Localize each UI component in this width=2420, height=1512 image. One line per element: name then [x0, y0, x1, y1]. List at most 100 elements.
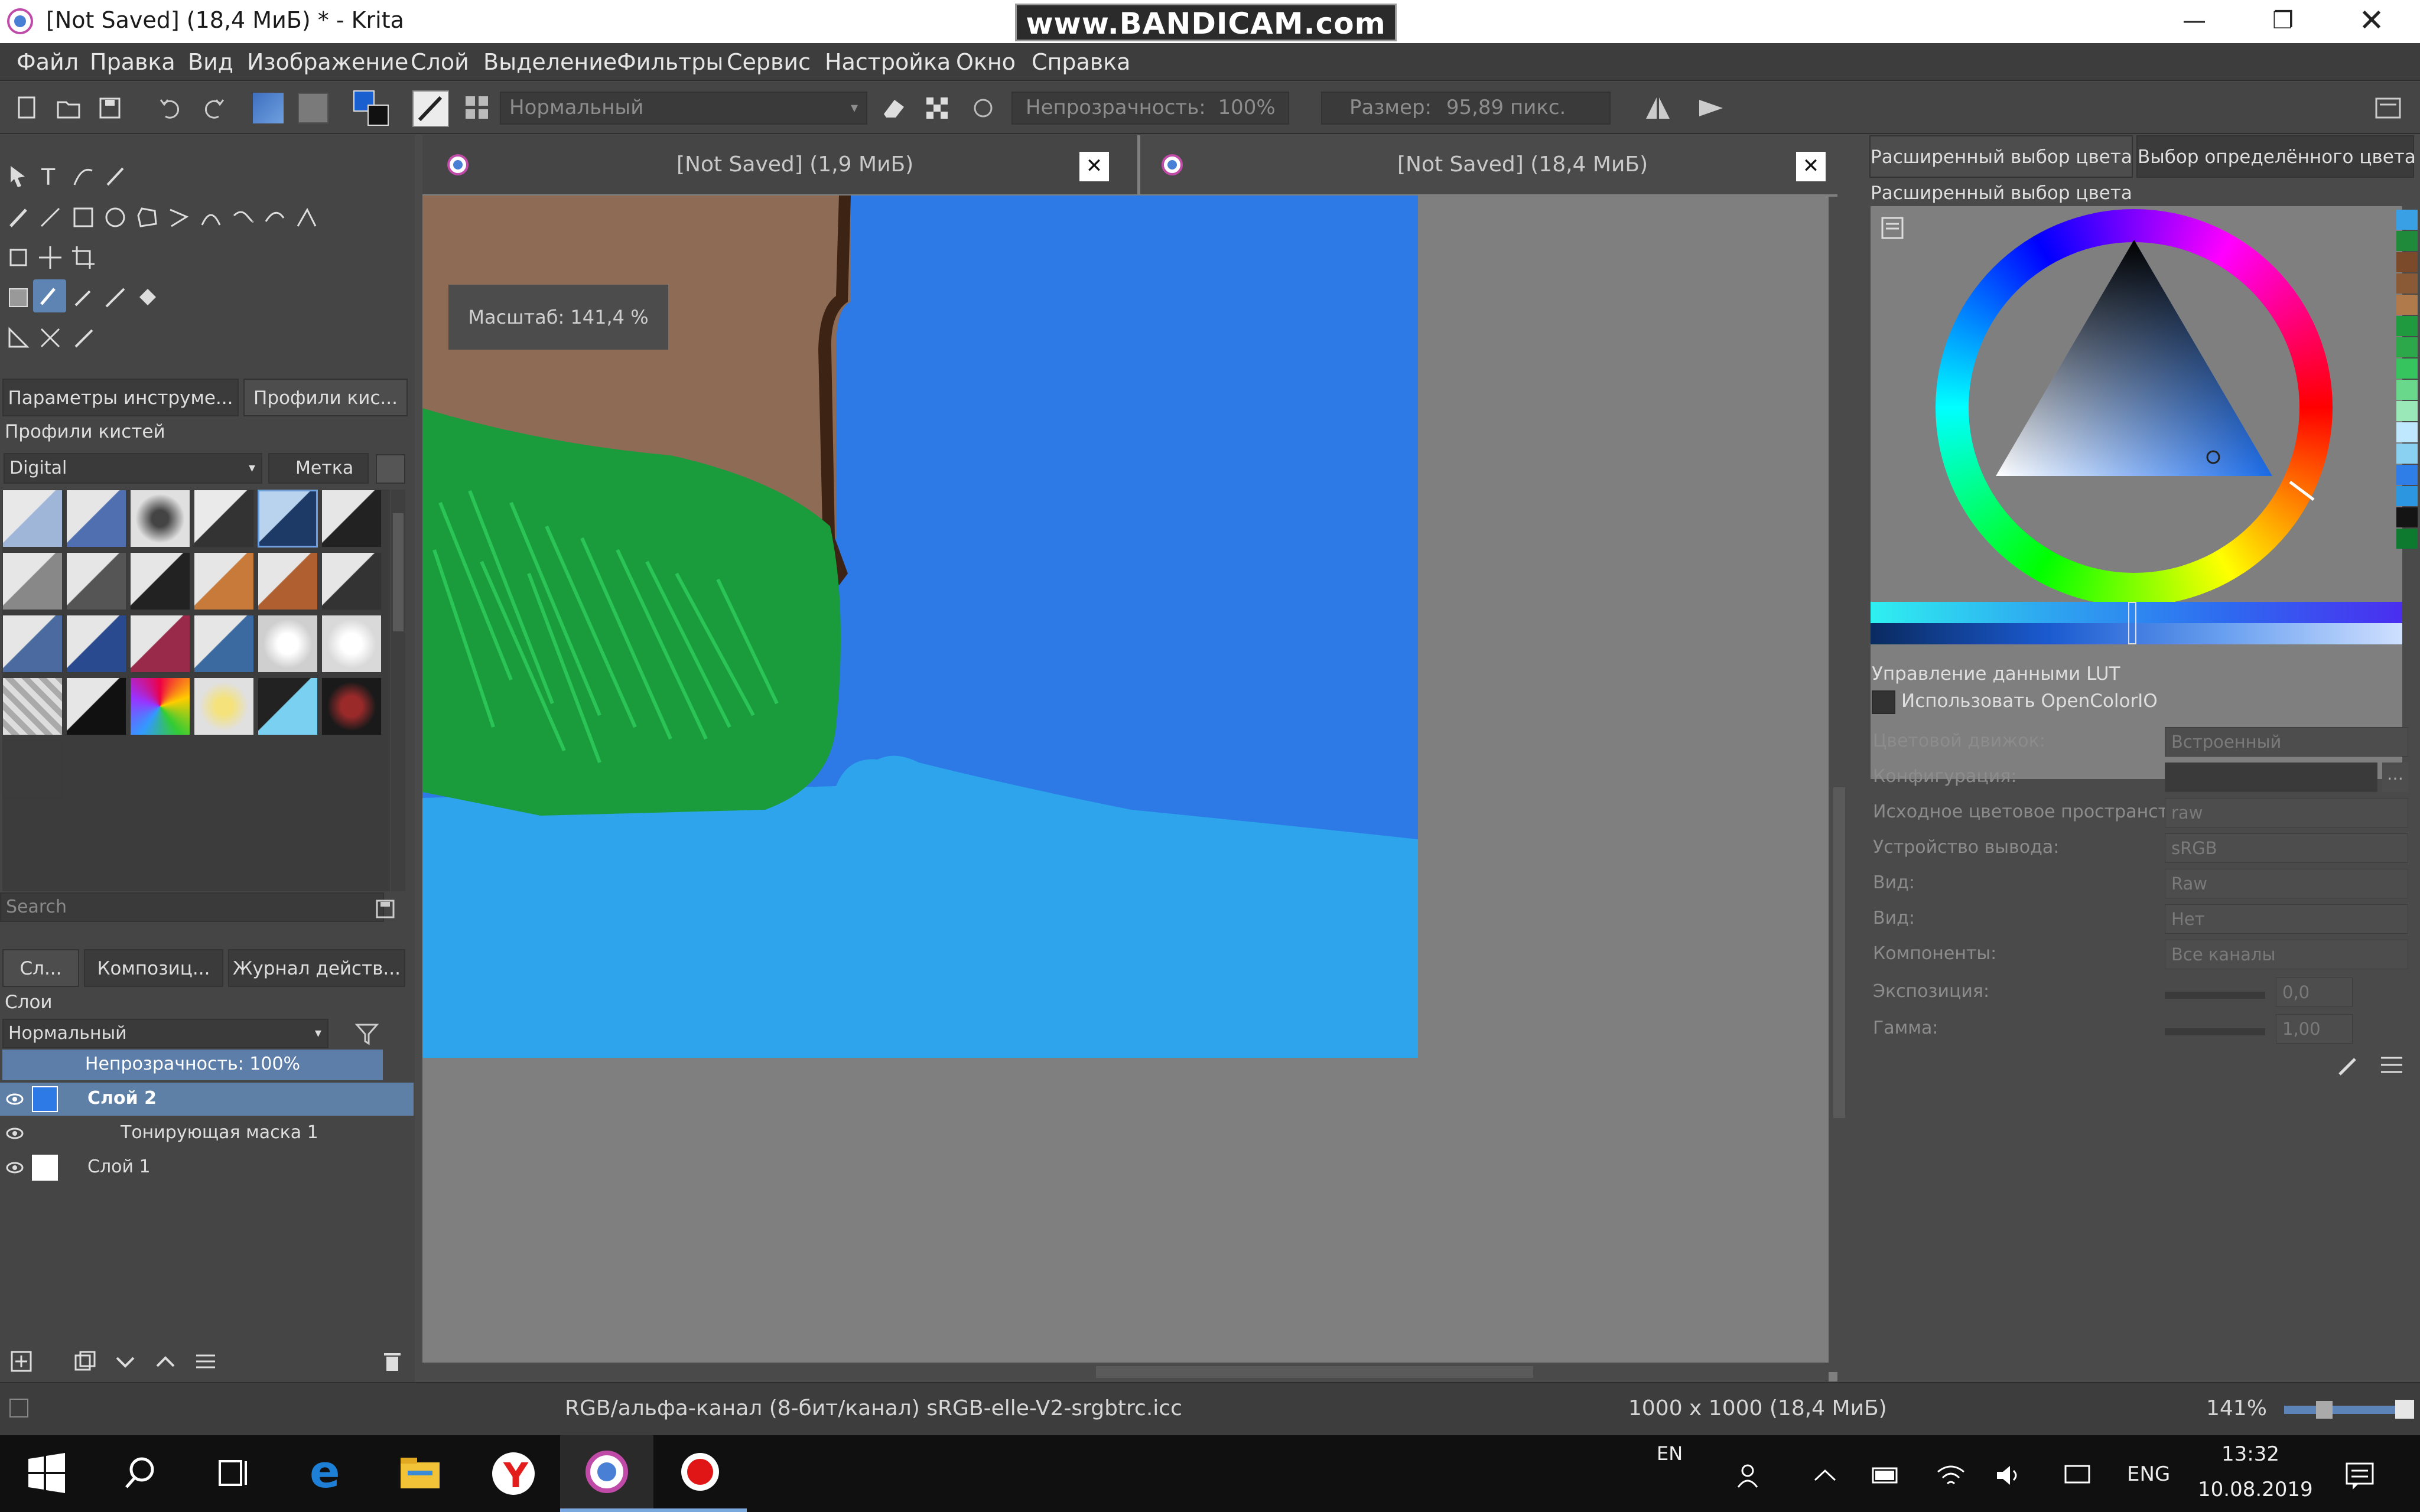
menu-view[interactable]: Вид — [188, 49, 233, 75]
save-search-icon[interactable] — [373, 897, 397, 921]
krita-taskbar-app[interactable] — [560, 1435, 653, 1512]
brush-preset[interactable] — [194, 552, 254, 610]
tag-button[interactable]: Метка — [268, 453, 369, 484]
multibrush-tool-icon[interactable] — [293, 204, 320, 231]
brush-preset-selected[interactable] — [258, 490, 318, 548]
gradient-tool-icon[interactable] — [5, 284, 32, 311]
brush-preset[interactable] — [2, 615, 63, 673]
brush-preset[interactable] — [2, 490, 63, 548]
look-select[interactable]: Нет — [2165, 904, 2408, 934]
line-tool-icon[interactable] — [37, 204, 64, 231]
tab-specific-color-selector[interactable]: Выбор определённого цвета — [2136, 135, 2416, 178]
input-language[interactable]: ENG — [2127, 1462, 2170, 1486]
color-engine-select[interactable]: Встроенный — [2165, 727, 2408, 757]
delete-layer-icon[interactable] — [380, 1350, 404, 1373]
visibility-eye-icon[interactable] — [6, 1091, 24, 1107]
mirror-horizontal-icon[interactable] — [1642, 93, 1673, 123]
bandicam-taskbar-app[interactable] — [653, 1435, 747, 1512]
layer-row-mask[interactable]: Тонирующая маска 1 — [0, 1117, 414, 1150]
exposure-value[interactable]: 0,0 — [2276, 977, 2353, 1007]
crop-tool-icon[interactable] — [70, 244, 97, 271]
menu-settings[interactable]: Настройка — [825, 49, 951, 75]
brush-preset[interactable] — [66, 490, 126, 548]
transform-tool-icon[interactable] — [5, 244, 32, 271]
menu-image[interactable]: Изображение — [247, 49, 408, 75]
calligraphy-tool-icon[interactable] — [102, 162, 129, 190]
colorize-mask-tool-icon[interactable] — [70, 284, 97, 311]
color-picker-tool[interactable] — [33, 279, 66, 312]
toolbar-menu-icon[interactable] — [2373, 93, 2403, 123]
brush-preset[interactable] — [2, 740, 63, 798]
menu-edit[interactable]: Правка — [90, 49, 175, 75]
color-swatch[interactable] — [2396, 231, 2418, 251]
save-icon[interactable] — [95, 93, 125, 123]
menu-layer[interactable]: Слой — [411, 49, 469, 75]
layer-opacity-slider[interactable]: Непрозрачность: 100% — [2, 1050, 383, 1080]
display-device-select[interactable]: sRGB — [2165, 833, 2408, 863]
lut-settings-icon[interactable] — [2376, 1050, 2407, 1080]
mirror-vertical-icon[interactable] — [1696, 93, 1726, 123]
eraser-icon[interactable] — [878, 93, 909, 123]
brush-preset-icon[interactable] — [412, 90, 449, 127]
layer-row[interactable]: Слой 1 — [0, 1151, 414, 1184]
visibility-eye-icon[interactable] — [6, 1125, 24, 1142]
search-icon[interactable] — [93, 1435, 187, 1512]
color-swatch[interactable] — [2396, 316, 2418, 336]
menu-window[interactable]: Окно — [956, 49, 1016, 75]
zoom-slider-handle[interactable] — [2316, 1401, 2333, 1419]
display-icon[interactable] — [2063, 1464, 2092, 1487]
new-document-icon[interactable] — [12, 93, 43, 123]
menu-select[interactable]: Выделение — [483, 49, 617, 75]
redo-icon[interactable] — [199, 93, 229, 123]
fullscreen-icon[interactable] — [2395, 1400, 2414, 1419]
menu-file[interactable]: Файл — [17, 49, 79, 75]
alpha-lock-icon[interactable] — [922, 93, 952, 123]
color-swatch[interactable] — [2396, 295, 2418, 315]
slider-handle[interactable] — [2128, 602, 2136, 644]
minimize-button[interactable]: — — [2156, 0, 2232, 43]
brush-preset[interactable] — [130, 552, 190, 610]
color-swatch[interactable] — [2396, 507, 2418, 527]
brush-preset[interactable] — [194, 490, 254, 548]
assistant-tool-icon[interactable] — [5, 324, 32, 351]
brush-preset[interactable] — [194, 615, 254, 673]
scrollbar-thumb[interactable] — [1096, 1366, 1533, 1378]
color-swatch[interactable] — [2396, 337, 2418, 357]
tab-undo-history[interactable]: Журнал действ... — [228, 949, 405, 987]
layer-blend-select[interactable]: Нормальный ▾ — [2, 1019, 328, 1048]
color-swatch[interactable] — [2396, 252, 2418, 272]
components-select[interactable]: Все каналы — [2165, 940, 2408, 969]
input-colorspace-select[interactable]: raw — [2165, 798, 2408, 827]
brush-preset[interactable] — [130, 490, 190, 548]
restore-button[interactable]: ❐ — [2245, 0, 2321, 43]
duplicate-layer-icon[interactable] — [73, 1350, 97, 1373]
file-explorer-icon[interactable] — [373, 1435, 467, 1512]
brush-tag-select[interactable]: Digital ▾ — [4, 453, 262, 484]
browse-config-button[interactable]: … — [2382, 762, 2408, 792]
zoom-slider[interactable] — [2284, 1401, 2402, 1419]
gamma-slider[interactable] — [2165, 1028, 2265, 1035]
move-layer-up-icon[interactable] — [154, 1350, 177, 1373]
add-layer-icon[interactable] — [9, 1350, 33, 1373]
menu-tools[interactable]: Сервис — [727, 49, 811, 75]
brush-preset[interactable] — [258, 552, 318, 610]
color-swatch[interactable] — [2396, 465, 2418, 485]
document-tab-2[interactable]: [Not Saved] (18,4 МиБ) ✕ — [1140, 135, 1837, 194]
layer-row-selected[interactable]: Слой 2 — [0, 1083, 414, 1116]
brush-preset[interactable] — [194, 677, 254, 735]
color-swatch[interactable] — [2396, 401, 2418, 421]
hue-slider[interactable] — [1871, 602, 2402, 623]
tray-chevron-up-icon[interactable] — [1811, 1464, 1839, 1487]
brush-preset[interactable] — [321, 552, 382, 610]
tab-tool-options[interactable]: Параметры инструме... — [2, 379, 239, 416]
gamma-value[interactable]: 1,00 — [2276, 1014, 2353, 1044]
view-select[interactable]: Raw — [2165, 869, 2408, 898]
horizontal-scrollbar[interactable] — [422, 1363, 1829, 1381]
color-selector-icon[interactable] — [353, 90, 391, 128]
edge-browser-icon[interactable]: e — [280, 1435, 373, 1512]
color-swatch[interactable] — [2396, 359, 2418, 379]
rectangle-tool-icon[interactable] — [70, 204, 97, 231]
menu-filters[interactable]: Фильтры — [617, 49, 723, 75]
move-layer-down-icon[interactable] — [113, 1350, 137, 1373]
filter-icon[interactable] — [353, 1020, 380, 1047]
